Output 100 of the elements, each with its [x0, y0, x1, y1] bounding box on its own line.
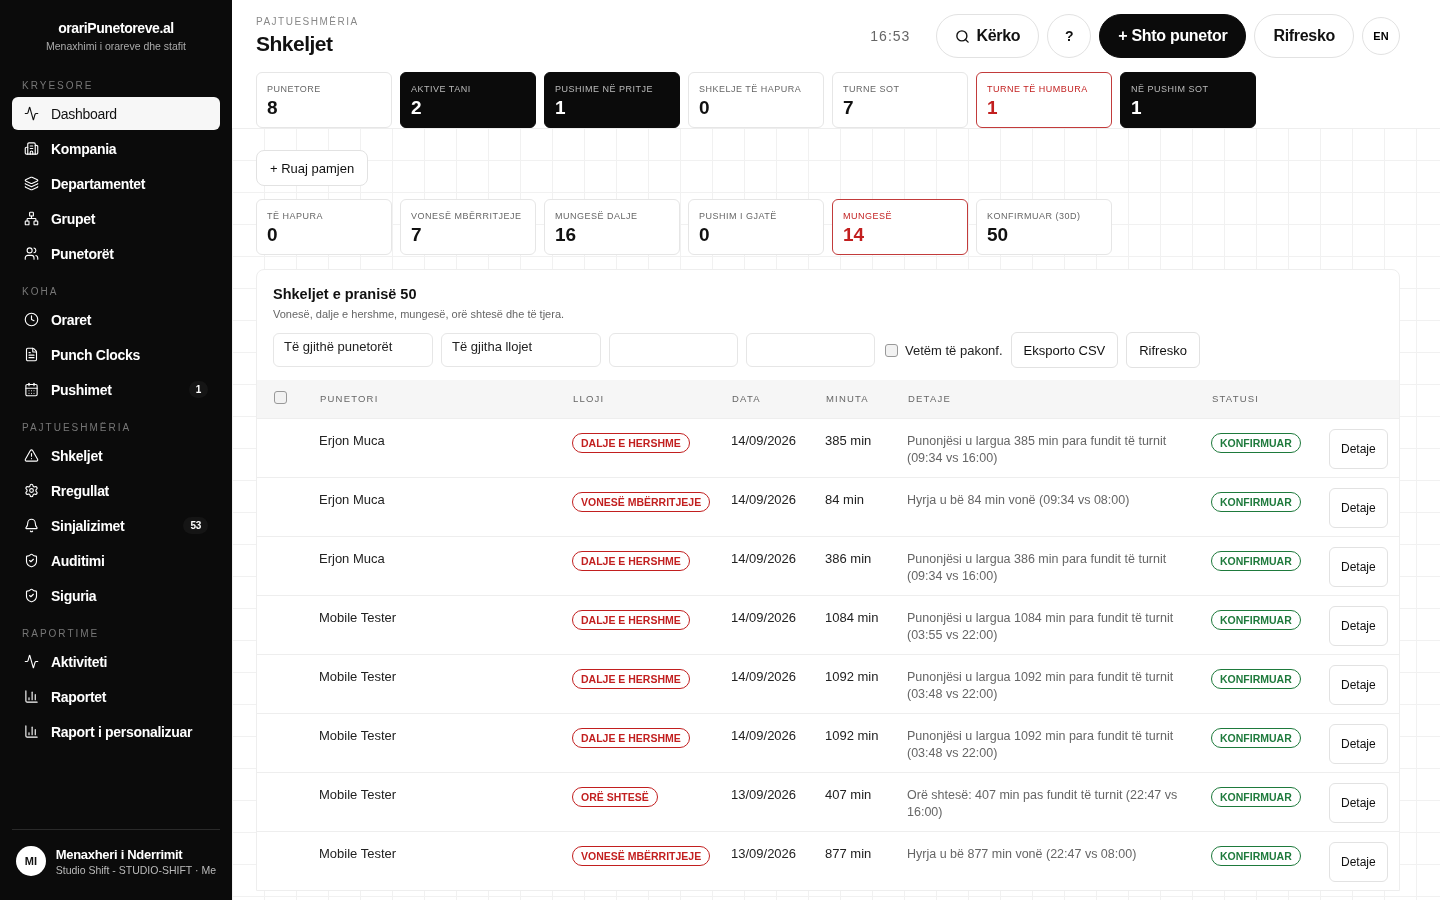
stat-value: 0	[267, 224, 279, 246]
nav-item[interactable]: Raport i personalizuar	[12, 715, 220, 748]
filter-select[interactable]: Të gjithë punetorët	[273, 333, 433, 367]
nav-item[interactable]: Raportet	[12, 680, 220, 713]
nav-item[interactable]: Kompania	[12, 132, 220, 165]
details-button[interactable]: Detaje	[1329, 487, 1388, 528]
nav-label: Departamentet	[51, 175, 147, 192]
worker-name: Mobile Tester	[319, 845, 397, 861]
panel-title: Shkeljet e pranisë 50	[273, 286, 418, 302]
nav-label: Raport i personalizuar	[51, 723, 194, 740]
minutes-text: 1084 min	[825, 609, 879, 625]
details-button[interactable]: Detaje	[1329, 605, 1388, 646]
nav-label: Grupet	[51, 210, 97, 227]
stat-value: 2	[411, 97, 423, 119]
document-icon	[24, 347, 39, 362]
details-button[interactable]: Detaje	[1329, 841, 1388, 882]
checkbox-label: Vetëm të pakonf.	[905, 342, 1003, 358]
column-header: STATUSI	[1212, 393, 1260, 405]
nav-label: Pushimet	[51, 381, 113, 398]
nav-item[interactable]: Departamentet	[12, 167, 220, 200]
nav-item[interactable]: Pushimet 1	[12, 373, 220, 406]
nav-label: Rregullat	[51, 482, 110, 499]
stat-label: PUSHIM I GJATË	[699, 211, 778, 221]
column-header: DETAJE	[908, 393, 951, 405]
breadcrumb: PAJTUESHMËRIA	[256, 16, 360, 27]
nav-item[interactable]: Dashboard	[12, 97, 220, 130]
column-header: MINUTA	[826, 393, 869, 405]
stat-value: 1	[1131, 97, 1143, 119]
pulse-icon	[24, 106, 39, 121]
users-icon	[24, 246, 39, 261]
refresh-button[interactable]: Rifresko	[1254, 14, 1354, 58]
checkbox[interactable]	[885, 343, 898, 357]
settings-icon	[24, 483, 39, 498]
nav-item[interactable]: Aktiviteti	[12, 645, 220, 678]
stat-value: 7	[843, 97, 855, 119]
help-button[interactable]: ?	[1047, 14, 1092, 58]
panel-subtitle: Vonesë, dalje e hershme, mungesë, orë shtesë dhe të tjera.	[273, 308, 566, 320]
nav-item[interactable]: Shkeljet	[12, 439, 220, 472]
minutes-text: 386 min	[825, 550, 872, 566]
count-badge: 1	[188, 381, 208, 398]
section-title: KRYESORE	[21, 79, 95, 93]
clock-time: 16:53	[870, 28, 911, 44]
refresh-button[interactable]: Rifresko	[1126, 332, 1200, 368]
stat-label: AKTIVE TANI	[411, 84, 472, 94]
bar-chart-icon	[24, 724, 39, 739]
nav-label: Siguria	[51, 587, 98, 604]
add-worker-button[interactable]: + Shto punetor	[1099, 14, 1247, 58]
date-field[interactable]	[609, 333, 738, 367]
nav-item[interactable]: Siguria	[12, 579, 220, 612]
save-view-button[interactable]: + Ruaj pamjen	[256, 150, 369, 186]
nav-label: Punch Clocks	[51, 346, 141, 363]
nav-item[interactable]: Punetorët	[12, 237, 220, 270]
shield-icon	[24, 588, 39, 603]
count-badge: 53	[183, 517, 208, 534]
worker-name: Mobile Tester	[319, 668, 397, 684]
date-text: 14/09/2026	[731, 491, 797, 507]
date-text: 14/09/2026	[731, 609, 797, 625]
network-icon	[24, 211, 39, 226]
section-title: KOHA	[21, 285, 60, 299]
details-button[interactable]: Detaje	[1329, 428, 1388, 469]
date-text: 14/09/2026	[731, 432, 797, 448]
select-all-checkbox[interactable]	[274, 391, 287, 405]
nav-item[interactable]: Grupet	[12, 202, 220, 235]
worker-name: Mobile Tester	[319, 727, 397, 743]
section-title: RAPORTIME	[21, 627, 101, 641]
stat-label: MUNGESË DALJE	[555, 211, 639, 221]
stat-label: TË HAPURA	[267, 211, 324, 221]
details-button[interactable]: Detaje	[1329, 782, 1388, 823]
details-button[interactable]: Detaje	[1329, 723, 1388, 764]
user-avatar[interactable]: MI	[16, 846, 46, 876]
column-header: PUNETORI	[320, 393, 379, 405]
nav-item[interactable]: Rregullat	[12, 474, 220, 507]
user-org: Studio Shift - STUDIO-SHIFT · Me	[55, 863, 216, 876]
details-button[interactable]: Detaje	[1329, 664, 1388, 705]
nav-item[interactable]: Auditimi	[12, 544, 220, 577]
worker-name: Mobile Tester	[319, 786, 397, 802]
export-button[interactable]: Eksporto CSV	[1010, 332, 1119, 368]
minutes-text: 385 min	[825, 432, 872, 448]
nav-item[interactable]: Punch Clocks	[12, 338, 220, 371]
language-button[interactable]: EN	[1362, 17, 1400, 55]
nav-item[interactable]: Oraret	[12, 303, 220, 336]
stat-value: 8	[267, 97, 279, 119]
page-title: Shkeljet	[256, 32, 334, 56]
nav-item[interactable]: Sinjalizimet 53	[12, 509, 220, 542]
search-button[interactable]: Kërko	[936, 14, 1040, 58]
nav-label: Punetorët	[51, 245, 115, 262]
stat-value: 1	[555, 97, 567, 119]
worker-name: Erjon Muca	[319, 491, 385, 507]
stat-label: PUSHIME NË PRITJE	[555, 84, 654, 94]
details-text: Hyrja u bë 84 min vonë (09:34 vs 08:00)	[907, 491, 1131, 509]
nav-label: Auditimi	[51, 552, 106, 569]
details-button[interactable]: Detaje	[1329, 546, 1388, 587]
date-field[interactable]	[746, 333, 875, 367]
date-text: 14/09/2026	[731, 727, 797, 743]
nav-label: Aktiviteti	[51, 653, 109, 670]
search-icon	[955, 28, 971, 44]
details-text: Punonjësi u largua 1092 min para fundit të turnit (03:48 vs 22:00)	[907, 727, 1175, 762]
filter-select[interactable]: Të gjitha llojet	[441, 333, 601, 367]
worker-name: Erjon Muca	[319, 550, 385, 566]
stat-label: MUNGESË	[843, 211, 893, 221]
